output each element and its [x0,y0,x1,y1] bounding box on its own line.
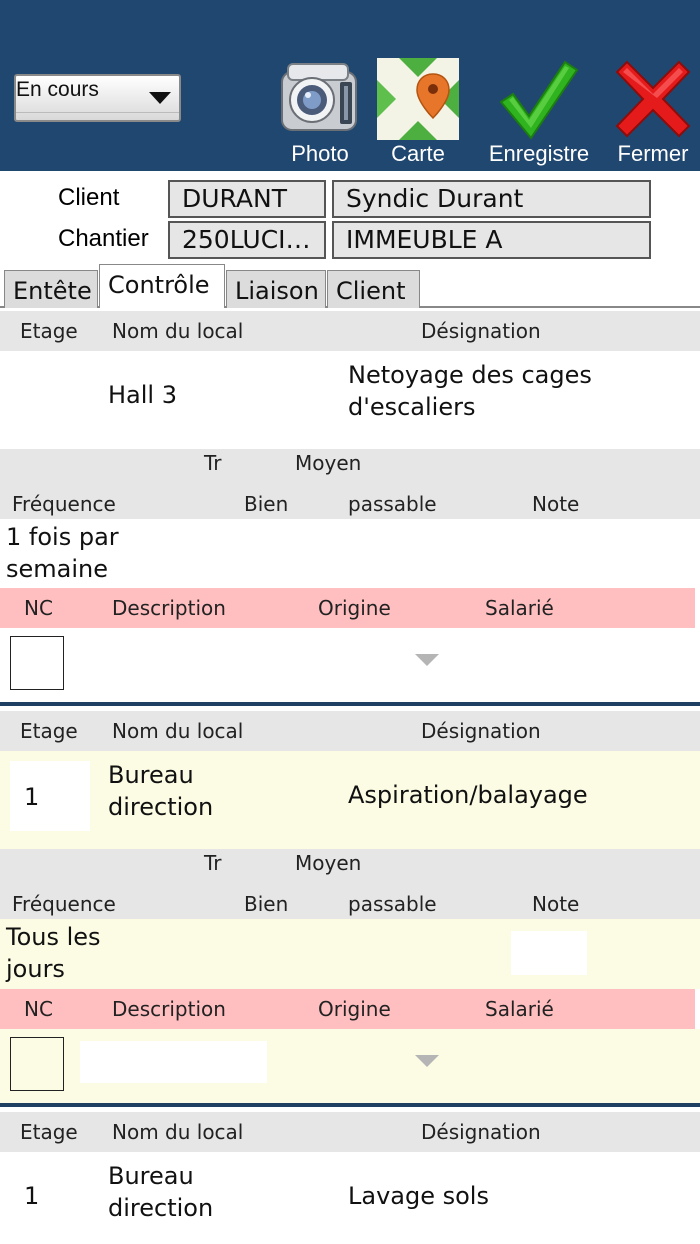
col-nc: NC [24,997,53,1021]
chevron-down-icon[interactable] [415,1055,439,1067]
record-2-nc-row [0,1029,700,1103]
checkmark-icon [499,58,579,144]
record-1-nc-row [0,628,700,702]
photo-label: Photo [291,141,349,166]
record-2-freq-l1: Tous les [6,923,101,951]
site-label: Chantier [58,225,149,252]
col-bien: Bien [244,492,289,516]
record-1-nc-header: NC Description Origine Salarié [0,588,695,628]
record-2-etage: 1 [24,783,40,811]
status-value: En cours [16,78,99,101]
save-label: Enregistre [488,141,590,166]
record-1-freq-l1: 1 fois par [6,523,119,551]
chevron-down-icon [149,92,171,104]
tab-liaison[interactable]: Liaison [226,270,326,308]
col-nom-local: Nom du local [112,719,244,743]
record-2-row[interactable]: 1 Bureau direction Aspiration/balayage [0,751,700,849]
record-2-nc-header: NC Description Origine Salarié [0,989,695,1029]
record-3-etage: 1 [24,1182,40,1210]
col-bien: Bien [244,892,289,916]
col-designation: Désignation [421,1120,541,1144]
record-2-freq-l2: jours [6,955,65,983]
col-frequence: Fréquence [12,492,116,516]
nc-checkbox[interactable] [10,636,64,690]
map-button[interactable]: Carte [374,56,462,171]
client-name-field[interactable]: Syndic Durant [332,180,651,218]
col-nc: NC [24,596,53,620]
save-button[interactable]: Enregistre [484,56,594,171]
map-pin-icon [377,58,459,144]
col-description: Description [112,997,226,1021]
col-passable: passable [348,492,437,516]
record-2-header: Etage Nom du local Désignation [0,711,700,751]
col-origine: Origine [318,596,391,620]
record-2-freq-row[interactable]: Tous les jours [0,919,700,989]
tab-client[interactable]: Client [327,270,420,308]
record-1-designation-l1: Netoyage des cages [348,361,592,389]
col-moyen: Moyen [295,851,362,875]
record-1-freq-header: Tr Moyen Fréquence Bien passable Note [0,449,700,519]
record-2-local-l1: Bureau [108,761,194,789]
col-etage: Etage [20,1120,78,1144]
col-frequence: Fréquence [12,892,116,916]
client-label: Client [58,184,120,211]
chevron-down-icon[interactable] [415,654,439,666]
record-1-designation-l2: d'escaliers [348,393,476,421]
top-toolbar: En cours Photo Carte Enregistre Fermer [0,0,700,171]
tab-bar: Entête Contrôle Liaison Client [0,264,700,308]
map-label: Carte [391,141,445,166]
record-3-header: Etage Nom du local Désignation [0,1112,700,1152]
close-button[interactable]: Fermer [606,56,700,171]
col-origine: Origine [318,997,391,1021]
col-etage: Etage [20,719,78,743]
col-note: Note [532,492,580,516]
record-1-header: Etage Nom du local Désignation [0,311,700,351]
record-3-local-l2: direction [108,1194,214,1222]
col-designation: Désignation [421,719,541,743]
site-code-field[interactable]: 250LUCI… [168,221,326,259]
record-2-designation: Aspiration/balayage [348,781,588,809]
col-etage: Etage [20,319,78,343]
col-moyen: Moyen [295,451,362,475]
col-tr: Tr [204,451,222,475]
etage-field[interactable] [10,761,90,831]
col-passable: passable [348,892,437,916]
site-name-field[interactable]: IMMEUBLE A [332,221,651,259]
close-x-icon [613,58,693,144]
col-designation: Désignation [421,319,541,343]
record-3-designation: Lavage sols [348,1182,489,1210]
record-2-local-l2: direction [108,793,214,821]
status-dropdown[interactable]: En cours [14,74,181,122]
col-tr: Tr [204,851,222,875]
note-field[interactable] [511,931,587,975]
col-nom-local: Nom du local [112,1120,244,1144]
record-3-local-l1: Bureau [108,1162,194,1190]
dropdown-divider [16,112,179,113]
nc-checkbox[interactable] [10,1037,64,1091]
tab-controle[interactable]: Contrôle [99,264,225,308]
record-divider [0,702,700,706]
col-salarie: Salarié [485,596,554,620]
col-description: Description [112,596,226,620]
col-note: Note [532,892,580,916]
description-field[interactable] [80,1041,267,1083]
client-code-field[interactable]: DURANT [168,180,326,218]
record-2-freq-header: Tr Moyen Fréquence Bien passable Note [0,849,700,919]
record-1-freq-l2: semaine [6,555,108,583]
tab-entete[interactable]: Entête [4,270,98,308]
record-1-local: Hall 3 [108,381,177,409]
record-3-row[interactable]: 1 Bureau direction Lavage sols [0,1152,700,1244]
col-nom-local: Nom du local [112,319,244,343]
photo-button[interactable]: Photo [276,56,364,171]
camera-icon [278,58,362,146]
record-divider [0,1103,700,1107]
close-label: Fermer [617,141,689,166]
col-salarie: Salarié [485,997,554,1021]
record-1-row[interactable]: Hall 3 Netoyage des cages d'escaliers [0,351,700,449]
record-1-freq-row[interactable]: 1 fois par semaine [0,519,700,589]
